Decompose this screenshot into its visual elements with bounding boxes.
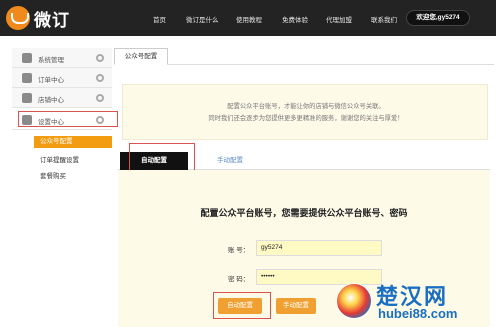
nav-free-trial[interactable]: 免费体验 xyxy=(282,14,308,24)
nav-about[interactable]: 微订是什么 xyxy=(186,14,219,24)
user-welcome-button[interactable]: 欢迎您,gy5274 xyxy=(406,10,470,26)
nav-agency[interactable]: 代理加盟 xyxy=(326,14,352,24)
watermark-url: hubei88.com xyxy=(378,306,458,321)
sidebar-subitem-package-purchase[interactable]: 套餐购买 xyxy=(40,170,66,180)
manual-config-button[interactable]: 手动配置 xyxy=(276,298,316,314)
brand-logo[interactable]: 微订 xyxy=(6,5,70,31)
sidebar-item-label: 订单中心 xyxy=(38,77,64,84)
sidebar-item-label: 店铺中心 xyxy=(38,97,64,104)
password-label: 密 码： xyxy=(228,276,250,283)
watermark-logo: 楚汉网 hubei88.com xyxy=(330,277,496,327)
shop-icon xyxy=(22,93,32,103)
nav-contact[interactable]: 联系我们 xyxy=(371,14,397,24)
watermark-globe-icon xyxy=(336,283,372,319)
top-navigation-bar: 微订 首页 微订是什么 使用教程 免费体验 代理加盟 联系我们 欢迎您,gy52… xyxy=(0,0,496,36)
gear-icon[interactable] xyxy=(96,54,104,62)
sidebar-subitem-order-reminder[interactable]: 订单提醒设置 xyxy=(40,154,79,164)
notice-line: 配置公众平台账号，才能让你的店铺与微信公众号关联。 xyxy=(227,103,385,110)
sidebar-item-label: 系统管理 xyxy=(38,57,64,64)
notice-panel: 配置公众平台账号，才能让你的店铺与微信公众号关联。 同时我们还会逐步为您提供更多… xyxy=(122,84,488,140)
nav-tutorial[interactable]: 使用教程 xyxy=(236,14,262,24)
highlight-box-settings xyxy=(18,111,118,127)
sidebar-item-system[interactable]: 系统管理 xyxy=(12,48,112,68)
sidebar-item-shop[interactable]: 店铺中心 xyxy=(12,88,112,108)
order-icon xyxy=(22,73,32,83)
notice-line: 同时我们还会逐步为您提供更多更精准的服务，谢谢您的关注与厚爱！ xyxy=(208,115,404,122)
account-label: 账 号： xyxy=(228,247,250,254)
gear-icon[interactable] xyxy=(96,94,104,102)
system-icon xyxy=(22,53,32,63)
tab-manual-config[interactable]: 手动配置 xyxy=(196,152,264,170)
highlight-box-auto-button xyxy=(213,292,271,319)
brand-logo-icon xyxy=(6,6,30,30)
account-input[interactable]: gy5274 xyxy=(256,240,382,256)
form-heading: 配置公众平台账号，您需要提供公众平台账号、密码 xyxy=(200,208,408,218)
sidebar-item-orders[interactable]: 订单中心 xyxy=(12,68,112,88)
tab-account-config[interactable]: 公众号配置 xyxy=(114,48,168,65)
sidebar-subitem-account-config[interactable]: 公众号配置 xyxy=(34,136,112,148)
nav-home[interactable]: 首页 xyxy=(153,14,166,24)
brand-name: 微订 xyxy=(34,10,70,30)
gear-icon[interactable] xyxy=(96,74,104,82)
main-tab-bar: 公众号配置 xyxy=(114,48,494,65)
